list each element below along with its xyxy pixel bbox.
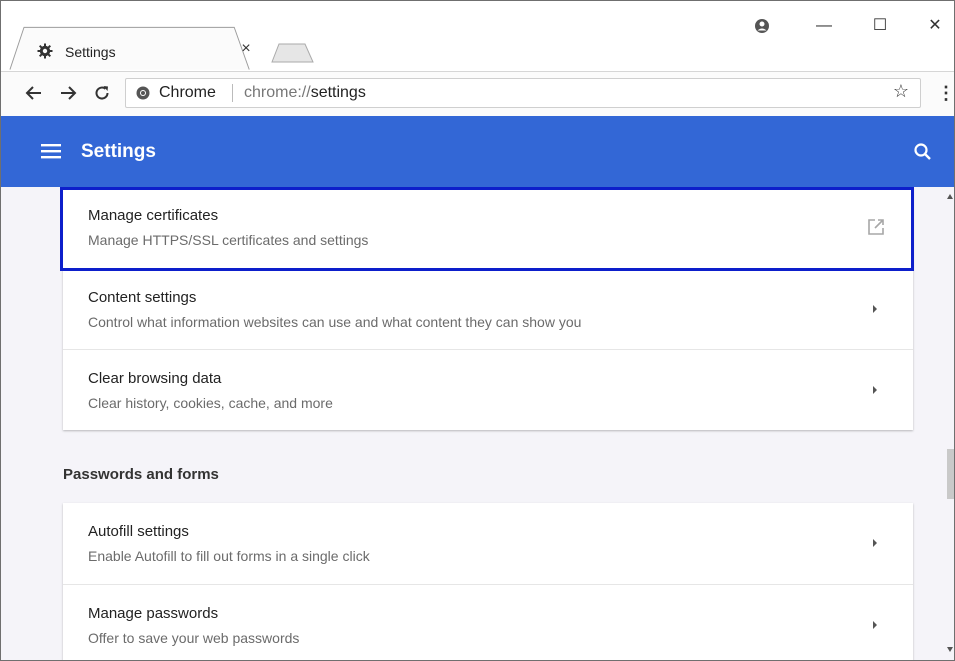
- open-external-icon[interactable]: [867, 218, 885, 236]
- row-title: Clear browsing data: [88, 370, 222, 387]
- page-title: Settings: [81, 141, 156, 162]
- scrollbar-track[interactable]: [945, 187, 954, 660]
- omnibox[interactable]: Chrome chrome://settings: [125, 78, 921, 108]
- profile-icon[interactable]: [742, 11, 782, 41]
- browser-toolbar: Chrome chrome://settings ☆ ⋮: [1, 71, 954, 116]
- chevron-right-icon: [873, 386, 877, 394]
- settings-header: Settings: [1, 116, 954, 187]
- row-subtitle: Enable Autofill to fill out forms in a s…: [88, 548, 370, 564]
- new-tab-button[interactable]: [271, 43, 315, 63]
- minimize-button[interactable]: —: [804, 11, 844, 41]
- advanced-card: Manage certificates Manage HTTPS/SSL cer…: [63, 187, 913, 430]
- url-scheme: chrome://: [244, 84, 311, 101]
- row-title: Manage passwords: [88, 605, 219, 622]
- chevron-right-icon: [873, 305, 877, 313]
- section-title-passwords: Passwords and forms: [63, 466, 219, 483]
- gear-icon: [37, 43, 53, 59]
- chrome-icon: [136, 86, 150, 100]
- more-vert-icon[interactable]: ⋮: [937, 80, 954, 106]
- back-arrow-icon[interactable]: [21, 80, 47, 106]
- maximize-button[interactable]: ☐: [860, 11, 900, 41]
- omnibox-divider: [232, 84, 233, 102]
- tab-title[interactable]: Settings: [65, 44, 116, 60]
- list-item-content-settings[interactable]: Content settings Control what informatio…: [63, 268, 913, 349]
- chevron-right-icon: [873, 621, 877, 629]
- list-item-autofill-settings[interactable]: Autofill settings Enable Autofill to fil…: [63, 503, 913, 584]
- url-path: settings: [310, 84, 366, 101]
- forward-arrow-icon[interactable]: [55, 80, 81, 106]
- settings-content: Manage certificates Manage HTTPS/SSL cer…: [1, 187, 954, 660]
- scroll-up-arrow-icon[interactable]: [947, 194, 953, 199]
- window-close-button[interactable]: ✕: [915, 11, 954, 41]
- list-item-manage-passwords[interactable]: Manage passwords Offer to save your web …: [63, 584, 913, 660]
- row-title: Manage certificates: [88, 207, 219, 224]
- chevron-right-icon: [873, 539, 877, 547]
- row-subtitle: Manage HTTPS/SSL certificates and settin…: [88, 232, 369, 248]
- scrollbar-thumb[interactable]: [947, 449, 954, 499]
- tab-close-button[interactable]: ×: [238, 41, 254, 57]
- row-title: Content settings: [88, 289, 197, 306]
- omnibox-chip: Chrome: [159, 84, 216, 101]
- passwords-card: Autofill settings Enable Autofill to fil…: [63, 503, 913, 660]
- reload-icon[interactable]: [89, 80, 115, 106]
- browser-window: Settings × — ☐ ✕ Chrome chrome://setting…: [0, 0, 955, 661]
- search-icon[interactable]: [913, 142, 933, 162]
- star-icon[interactable]: ☆: [890, 80, 912, 102]
- row-subtitle: Control what information websites can us…: [88, 314, 582, 330]
- list-item-manage-certificates[interactable]: Manage certificates Manage HTTPS/SSL cer…: [63, 187, 913, 268]
- row-subtitle: Clear history, cookies, cache, and more: [88, 395, 333, 411]
- tab-strip: Settings × — ☐ ✕: [1, 1, 954, 71]
- scroll-down-arrow-icon[interactable]: [947, 647, 953, 652]
- list-item-clear-browsing-data[interactable]: Clear browsing data Clear history, cooki…: [63, 349, 913, 430]
- hamburger-icon[interactable]: [41, 143, 61, 159]
- omnibox-url[interactable]: chrome://settings: [244, 84, 366, 102]
- row-title: Autofill settings: [88, 523, 189, 540]
- row-subtitle: Offer to save your web passwords: [88, 630, 300, 646]
